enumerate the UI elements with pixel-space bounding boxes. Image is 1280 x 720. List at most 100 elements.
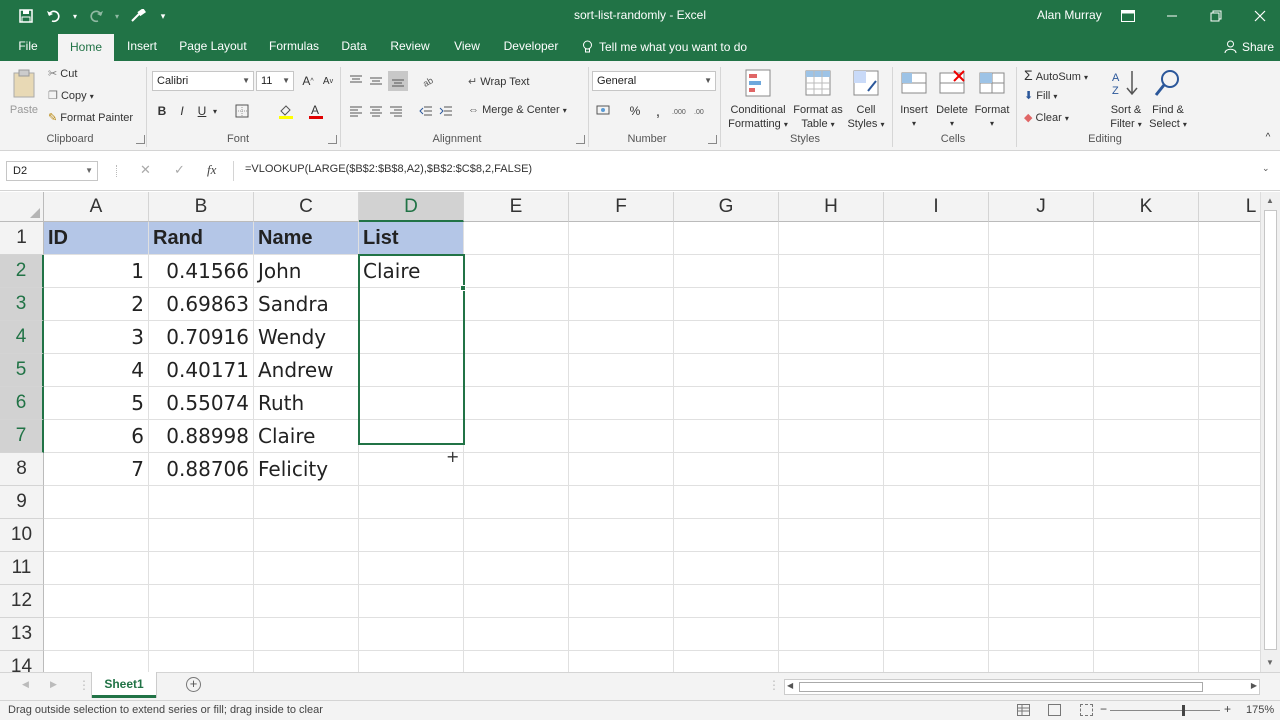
formula-input[interactable]: =VLOOKUP(LARGE($B$2:$B$8,A2),$B$2:$C$8,2…	[245, 163, 532, 175]
grid-cell[interactable]	[884, 486, 989, 519]
ribbon-display-options-icon[interactable]	[1108, 0, 1148, 32]
grid-cell[interactable]	[674, 585, 779, 618]
grid-cell[interactable]	[1199, 321, 1260, 354]
grid-cell[interactable]	[1094, 222, 1199, 255]
grid-cell[interactable]	[569, 387, 674, 420]
row-header-9[interactable]: 9	[0, 486, 44, 519]
grid-cell[interactable]	[674, 618, 779, 651]
font-launcher-icon[interactable]	[328, 135, 337, 144]
column-header-g[interactable]: G	[674, 192, 779, 222]
grid-cell[interactable]	[464, 486, 569, 519]
formula-bar-grip[interactable]	[116, 165, 118, 177]
font-size-select[interactable]: 11 ▼	[256, 71, 294, 91]
grid-cell[interactable]	[779, 321, 884, 354]
restore-icon[interactable]	[1196, 0, 1236, 32]
grid-cell[interactable]	[1199, 255, 1260, 288]
cell-a5[interactable]: 4	[44, 354, 149, 387]
column-header-j[interactable]: J	[989, 192, 1094, 222]
tab-page-layout[interactable]: Page Layout	[176, 32, 250, 61]
grid-cell[interactable]	[44, 552, 149, 585]
decrease-indent-icon[interactable]	[416, 101, 436, 121]
grid-cell[interactable]	[464, 288, 569, 321]
grid-cell[interactable]	[464, 519, 569, 552]
grid-cell[interactable]	[779, 651, 884, 672]
row-header-14[interactable]: 14	[0, 651, 44, 672]
grid-cell[interactable]	[989, 519, 1094, 552]
grid-cell[interactable]	[464, 552, 569, 585]
cell-d5[interactable]	[359, 354, 464, 387]
column-header-b[interactable]: B	[149, 192, 254, 222]
fill-button[interactable]: ⬇ Fill ▾	[1024, 89, 1057, 102]
prev-sheet-icon[interactable]: ◀	[22, 679, 29, 690]
cell-d1[interactable]: List	[359, 222, 464, 255]
tab-insert[interactable]: Insert	[120, 32, 164, 61]
grid-cell[interactable]	[569, 288, 674, 321]
grid-cell[interactable]	[674, 519, 779, 552]
grid-cell[interactable]	[1094, 552, 1199, 585]
tab-data[interactable]: Data	[336, 32, 372, 61]
page-layout-view-icon[interactable]	[1048, 704, 1061, 716]
decrease-font-icon[interactable]: Av	[318, 71, 338, 91]
scroll-up-icon[interactable]: ▲	[1266, 196, 1274, 205]
grid-cell[interactable]	[464, 453, 569, 486]
share-button[interactable]: Share	[1224, 32, 1274, 61]
align-right-icon[interactable]	[386, 101, 406, 121]
user-name[interactable]: Alan Murray	[1037, 8, 1102, 22]
minimize-icon[interactable]	[1152, 0, 1192, 32]
grid-cell[interactable]	[779, 585, 884, 618]
grid-cell[interactable]	[674, 453, 779, 486]
cell-styles-button[interactable]: Cell Styles ▾	[844, 67, 888, 132]
page-break-view-icon[interactable]	[1080, 704, 1093, 716]
grid-cell[interactable]	[359, 651, 464, 672]
insert-function-button[interactable]: fx	[207, 162, 216, 178]
cell-a4[interactable]: 3	[44, 321, 149, 354]
grid-cell[interactable]	[884, 420, 989, 453]
grid-cell[interactable]	[989, 486, 1094, 519]
alignment-launcher-icon[interactable]	[576, 135, 585, 144]
grid-cell[interactable]	[884, 222, 989, 255]
cell-b2[interactable]: 0.41566	[149, 255, 254, 288]
grid-cell[interactable]	[569, 552, 674, 585]
copy-button[interactable]: ❐ Copy ▾	[48, 89, 94, 102]
increase-indent-icon[interactable]	[436, 101, 456, 121]
align-left-icon[interactable]	[346, 101, 366, 121]
tab-file[interactable]: File	[10, 32, 46, 61]
grid-cell[interactable]	[779, 222, 884, 255]
grid-cell[interactable]	[149, 651, 254, 672]
grid-cell[interactable]	[569, 651, 674, 672]
align-bottom-icon[interactable]	[388, 71, 408, 91]
conditional-formatting-button[interactable]: Conditional Formatting ▾	[724, 67, 792, 132]
grid-cell[interactable]	[1199, 552, 1260, 585]
cell-b3[interactable]: 0.69863	[149, 288, 254, 321]
horizontal-scrollbar[interactable]: ◀ ▶	[784, 679, 1260, 695]
next-sheet-icon[interactable]: ▶	[50, 679, 57, 690]
grid-cell[interactable]	[1094, 255, 1199, 288]
number-format-select[interactable]: General ▼	[592, 71, 716, 91]
grid-cell[interactable]	[884, 354, 989, 387]
grid-cell[interactable]	[464, 618, 569, 651]
cell-c2[interactable]: John	[254, 255, 359, 288]
undo-dropdown-icon[interactable]: ▾	[68, 0, 82, 32]
format-as-table-button[interactable]: Format as Table ▾	[792, 67, 844, 132]
cell-c5[interactable]: Andrew	[254, 354, 359, 387]
paste-button[interactable]: Paste	[6, 67, 42, 117]
cell-a8[interactable]: 7	[44, 453, 149, 486]
grid-cell[interactable]	[464, 420, 569, 453]
grid-cell[interactable]	[989, 420, 1094, 453]
grid-cell[interactable]	[1199, 453, 1260, 486]
merge-center-button[interactable]: ⇔ Merge & Center ▾	[468, 104, 567, 116]
column-header-d[interactable]: D	[359, 192, 464, 222]
grid-cell[interactable]	[779, 354, 884, 387]
grid-cell[interactable]	[1199, 354, 1260, 387]
find-select-button[interactable]: Find & Select ▾	[1146, 67, 1190, 132]
decrease-decimal-icon[interactable]: .00	[692, 101, 712, 121]
zoom-level[interactable]: 175%	[1246, 704, 1274, 716]
grid-cell[interactable]	[1199, 288, 1260, 321]
tab-view[interactable]: View	[448, 32, 486, 61]
cell-c3[interactable]: Sandra	[254, 288, 359, 321]
tell-me-box[interactable]: Tell me what you want to do	[582, 32, 747, 61]
grid-cell[interactable]	[359, 486, 464, 519]
tab-developer[interactable]: Developer	[500, 32, 562, 61]
grid-cell[interactable]	[1094, 288, 1199, 321]
format-cells-button[interactable]: Format ▾	[972, 67, 1012, 131]
